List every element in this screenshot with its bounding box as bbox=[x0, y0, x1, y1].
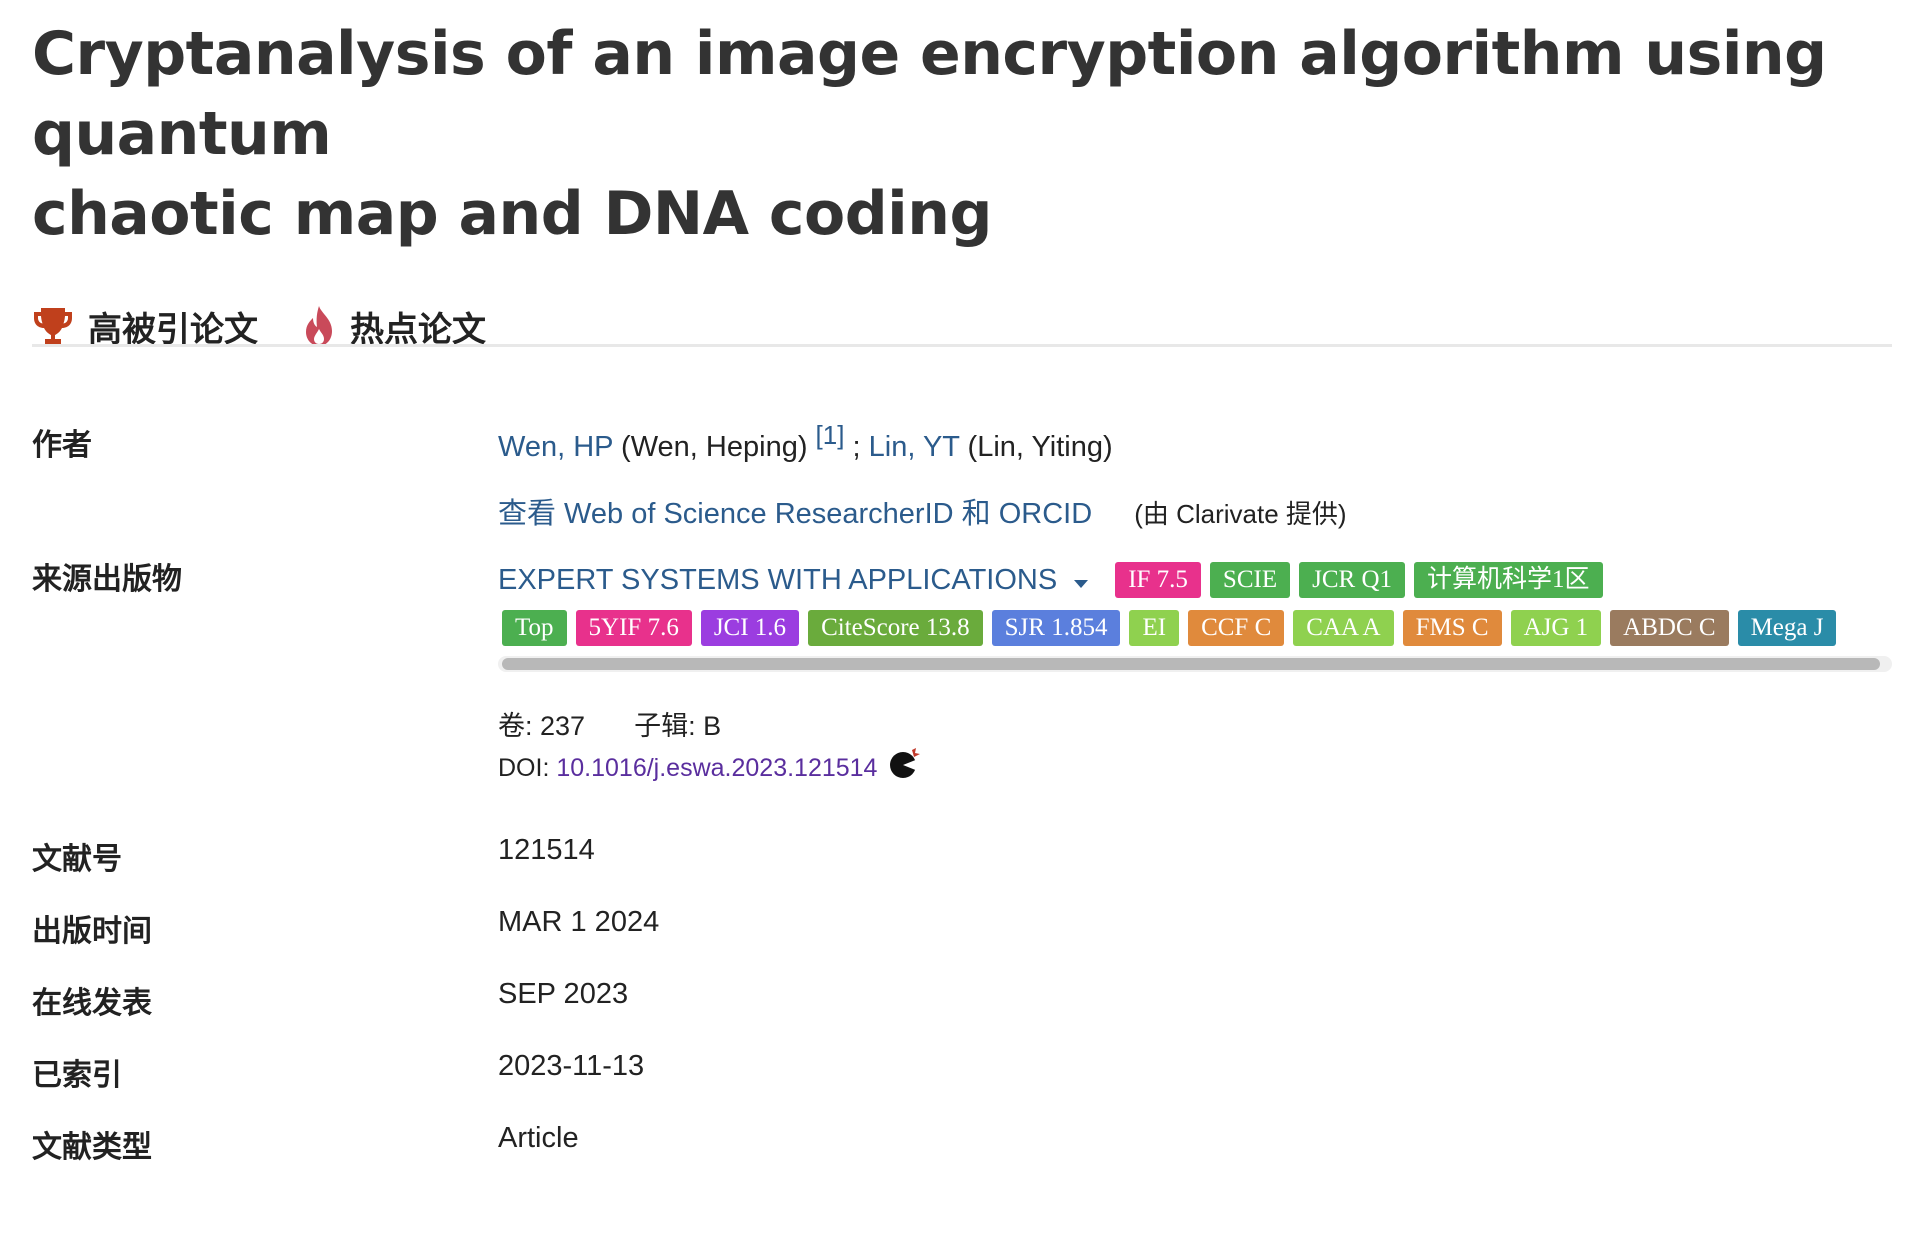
metric-tag[interactable]: JCR Q1 bbox=[1299, 562, 1405, 598]
authors-value: Wen, HP (Wen, Heping) [1] ; Lin, YT (Lin… bbox=[498, 420, 1113, 464]
article-number-value: 121514 bbox=[498, 834, 595, 866]
paper-badges: 高被引论文 热点论文 bbox=[32, 296, 1892, 356]
metric-tag[interactable]: ABDC C bbox=[1610, 610, 1729, 646]
part-value: 子辑: B bbox=[634, 711, 722, 741]
metric-tag[interactable]: 计算机科学1区 bbox=[1414, 562, 1603, 598]
authors-field: 作者 Wen, HP (Wen, Heping) [1] ; Lin, YT (… bbox=[32, 412, 1892, 554]
caret-down-icon[interactable] bbox=[1073, 564, 1089, 597]
source-field: 来源出版物 EXPERT SYSTEMS WITH APPLICATIONS I… bbox=[32, 554, 1892, 834]
metric-tag[interactable]: EI bbox=[1129, 610, 1180, 646]
affiliation-ref-1[interactable]: [1] bbox=[816, 420, 845, 450]
page-title: Cryptanalysis of an image encryption alg… bbox=[32, 0, 1892, 254]
document-type-value: Article bbox=[498, 1122, 579, 1154]
journal-row: EXPERT SYSTEMS WITH APPLICATIONS IF 7.5 S… bbox=[498, 562, 1612, 598]
article-number-field: 文献号 121514 bbox=[32, 834, 1892, 906]
title-line-2: chaotic map and DNA coding bbox=[32, 179, 992, 249]
journal-metrics-secondary-row: Top 5YIF 7.6 JCI 1.6 CiteScore 13.8 SJR 1.85… bbox=[502, 610, 1845, 646]
author-link-wen[interactable]: Wen, HP bbox=[498, 431, 613, 463]
author-link-lin[interactable]: Lin, YT bbox=[869, 431, 960, 463]
clarivate-note: (由 Clarivate 提供) bbox=[1134, 499, 1347, 529]
indexed-date-value: 2023-11-13 bbox=[498, 1050, 645, 1082]
metric-tag[interactable]: FMS C bbox=[1402, 610, 1502, 646]
online-date-value: SEP 2023 bbox=[498, 978, 629, 1010]
metrics-scrollbar[interactable] bbox=[498, 656, 1892, 672]
indexed-date-field: 已索引 2023-11-13 bbox=[32, 1050, 1892, 1122]
metric-tag[interactable]: Mega J bbox=[1737, 610, 1837, 646]
author-fullname-wen: (Wen, Heping) bbox=[621, 431, 808, 463]
researcher-id-link[interactable]: 查看 Web of Science ResearcherID 和 ORCID bbox=[498, 498, 1092, 530]
metric-tag[interactable]: CAA A bbox=[1293, 610, 1394, 646]
author-fullname-lin: (Lin, Yiting) bbox=[967, 431, 1113, 463]
source-label: 来源出版物 bbox=[32, 562, 182, 597]
record-page: Cryptanalysis of an image encryption alg… bbox=[32, 0, 1892, 1165]
published-date-label: 出版时间 bbox=[32, 914, 152, 949]
section-divider bbox=[32, 344, 1892, 347]
metric-tag[interactable]: AJG 1 bbox=[1510, 610, 1602, 646]
journal-metrics-primary: IF 7.5 SCIE JCR Q1 计算机科学1区 bbox=[1115, 562, 1611, 598]
authors-label: 作者 bbox=[32, 428, 92, 463]
volume-row: 卷: 237 子辑: B bbox=[498, 704, 721, 743]
flame-icon bbox=[302, 305, 336, 347]
published-date-value: MAR 1 2024 bbox=[498, 906, 660, 938]
article-number-label: 文献号 bbox=[32, 842, 122, 877]
sci-hub-icon[interactable] bbox=[888, 746, 922, 787]
title-line-1: Cryptanalysis of an image encryption alg… bbox=[32, 19, 1827, 169]
record-fields: 作者 Wen, HP (Wen, Heping) [1] ; Lin, YT (… bbox=[32, 412, 1892, 1194]
metric-tag[interactable]: SJR 1.854 bbox=[991, 610, 1121, 646]
volume-value: 卷: 237 bbox=[498, 711, 586, 741]
metric-tag[interactable]: Top bbox=[502, 610, 567, 646]
doi-label: DOI: bbox=[498, 754, 550, 782]
author-separator: ; bbox=[852, 431, 861, 463]
metric-tag[interactable]: JCI 1.6 bbox=[700, 610, 800, 646]
doi-link[interactable]: 10.1016/j.eswa.2023.121514 bbox=[556, 754, 877, 782]
journal-link[interactable]: EXPERT SYSTEMS WITH APPLICATIONS bbox=[498, 564, 1057, 597]
metric-tag[interactable]: 5YIF 7.6 bbox=[575, 610, 692, 646]
online-date-label: 在线发表 bbox=[32, 986, 152, 1021]
document-type-label: 文献类型 bbox=[32, 1130, 152, 1165]
indexed-date-label: 已索引 bbox=[32, 1058, 122, 1093]
trophy-icon bbox=[32, 306, 74, 346]
researcher-id-row: 查看 Web of Science ResearcherID 和 ORCID (… bbox=[498, 490, 1347, 532]
published-date-field: 出版时间 MAR 1 2024 bbox=[32, 906, 1892, 978]
metrics-scrollbar-thumb[interactable] bbox=[502, 658, 1880, 670]
doi-row: DOI: 10.1016/j.eswa.2023.121514 bbox=[498, 746, 922, 787]
document-type-field: 文献类型 Article bbox=[32, 1122, 1892, 1194]
metric-tag[interactable]: CiteScore 13.8 bbox=[808, 610, 983, 646]
online-date-field: 在线发表 SEP 2023 bbox=[32, 978, 1892, 1050]
metric-tag[interactable]: IF 7.5 bbox=[1115, 562, 1201, 598]
metric-tag[interactable]: CCF C bbox=[1188, 610, 1285, 646]
metric-tag[interactable]: SCIE bbox=[1209, 562, 1291, 598]
journal-metrics-secondary: Top 5YIF 7.6 JCI 1.6 CiteScore 13.8 SJR 1.85… bbox=[502, 610, 1845, 646]
